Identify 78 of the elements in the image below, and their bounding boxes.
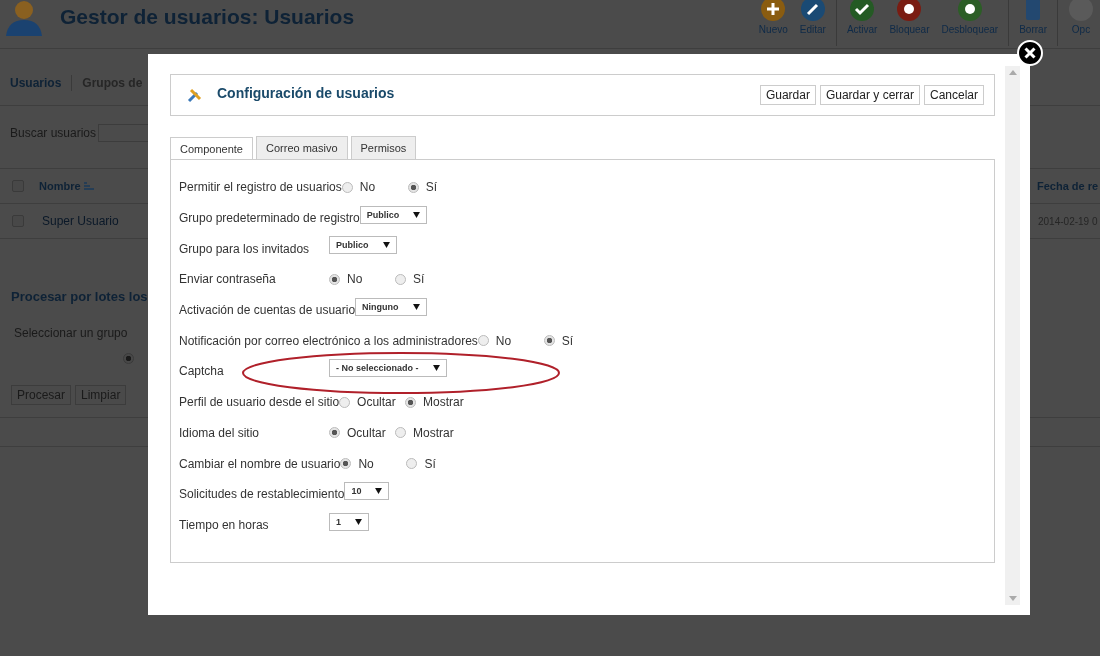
radio-button[interactable]	[329, 273, 340, 285]
option-label: No	[359, 180, 376, 195]
toolbar-button[interactable]: Borrar	[1013, 0, 1053, 35]
column-header[interactable]: Fecha de re	[1037, 180, 1099, 192]
dialog-button[interactable]: Guardar y cerrar	[819, 85, 920, 105]
user-link[interactable]: Super Usuario	[42, 214, 119, 228]
option-label: Sí	[424, 456, 436, 471]
toolbar-button[interactable]: Desbloquear	[935, 0, 1005, 35]
radio-button[interactable]	[395, 273, 406, 285]
scroll-down-icon[interactable]	[1008, 596, 1017, 601]
option-label: No	[495, 333, 512, 348]
user-icon	[4, 0, 44, 36]
dropdown[interactable]: Publico	[359, 205, 428, 224]
dropdown-arrow-icon	[382, 242, 390, 249]
option-label: No	[347, 272, 363, 287]
plus-icon	[760, 0, 787, 22]
radio-button[interactable]	[406, 458, 418, 470]
dropdown-arrow-icon	[412, 303, 420, 310]
tab[interactable]: Correo masivo	[256, 136, 348, 159]
option-label: Sí	[413, 272, 425, 287]
dropdown[interactable]: - No seleccionado -	[329, 359, 447, 378]
dropdown-arrow-icon	[413, 211, 421, 218]
dropdown[interactable]: 1	[329, 512, 369, 531]
option-label: Ocultar	[347, 425, 386, 440]
radio-button[interactable]	[339, 396, 351, 408]
option-label: Mostrar	[413, 425, 454, 440]
radio-button[interactable]	[405, 396, 417, 408]
section-title: Procesar por lotes los	[11, 289, 149, 304]
field-label: Idioma del sitio	[179, 425, 261, 440]
dropdown[interactable]: Publico	[329, 236, 397, 255]
option-label: No	[358, 456, 374, 471]
scroll-up-icon[interactable]	[1008, 70, 1017, 75]
tab[interactable]: Componente	[170, 137, 253, 160]
tab[interactable]: Permisos	[350, 136, 417, 159]
radio-button[interactable]	[341, 181, 353, 193]
option-label: Sí	[425, 180, 438, 195]
dropdown[interactable]: Ninguno	[355, 297, 427, 316]
sort-icon	[83, 182, 94, 190]
dropdown-arrow-icon	[355, 518, 362, 525]
field-label: Grupo predeterminado de registro	[179, 211, 360, 226]
radio-button[interactable]	[340, 458, 352, 470]
field-label: Perfil de usuario desde el sitio	[179, 395, 340, 410]
field-label: Activación de cuentas de usuario	[179, 303, 356, 318]
field-label: Permitir el registro de usuarios	[179, 180, 342, 195]
tools-icon	[187, 87, 203, 103]
dialog-title: Configuración de usuarios	[217, 85, 395, 101]
field-label: Grupo para los invitados	[179, 241, 311, 256]
field-label: Solicitudes de restablecimiento	[179, 487, 345, 502]
toolbar-button[interactable]: Nuevo	[752, 0, 794, 35]
scrollbar[interactable]	[1005, 66, 1020, 605]
radio-button[interactable]	[329, 427, 340, 439]
dropdown[interactable]: 10	[344, 481, 390, 500]
toolbar-button[interactable]: Opc	[1062, 0, 1100, 35]
dropdown-arrow-icon	[375, 487, 383, 494]
dropdown-arrow-icon	[432, 365, 440, 372]
dialog-button[interactable]: Guardar	[759, 85, 816, 105]
field-label: Cambiar el nombre de usuario	[179, 456, 341, 471]
option-label: Sí	[561, 333, 574, 348]
page-title: Gestor de usuarios: Usuarios	[60, 5, 355, 29]
option-label: Mostrar	[423, 395, 464, 410]
option-label: Ocultar	[357, 395, 396, 410]
radio-button[interactable]	[407, 181, 419, 193]
toolbar-button[interactable]: Editar	[793, 0, 832, 35]
toolbar-button[interactable]: Activar	[840, 0, 884, 35]
column-header[interactable]: Nombre	[39, 180, 81, 192]
check-icon	[849, 0, 876, 22]
submenu-link[interactable]: Usuarios	[10, 76, 62, 90]
dialog-button[interactable]: Cancelar	[923, 85, 984, 105]
pencil-icon	[799, 0, 826, 22]
field-label: Notificación por correo electrónico a los administradores	[179, 333, 478, 348]
field-label: Enviar contraseña	[179, 272, 277, 287]
radio-button[interactable]	[543, 335, 555, 347]
radio-button[interactable]	[477, 335, 489, 347]
radio-button[interactable]	[123, 353, 134, 364]
toolbar-button[interactable]: Bloquear	[883, 0, 936, 35]
radio-button[interactable]	[395, 427, 406, 439]
field-label: Captcha	[179, 364, 225, 379]
field-label: Tiempo en horas	[179, 517, 270, 532]
